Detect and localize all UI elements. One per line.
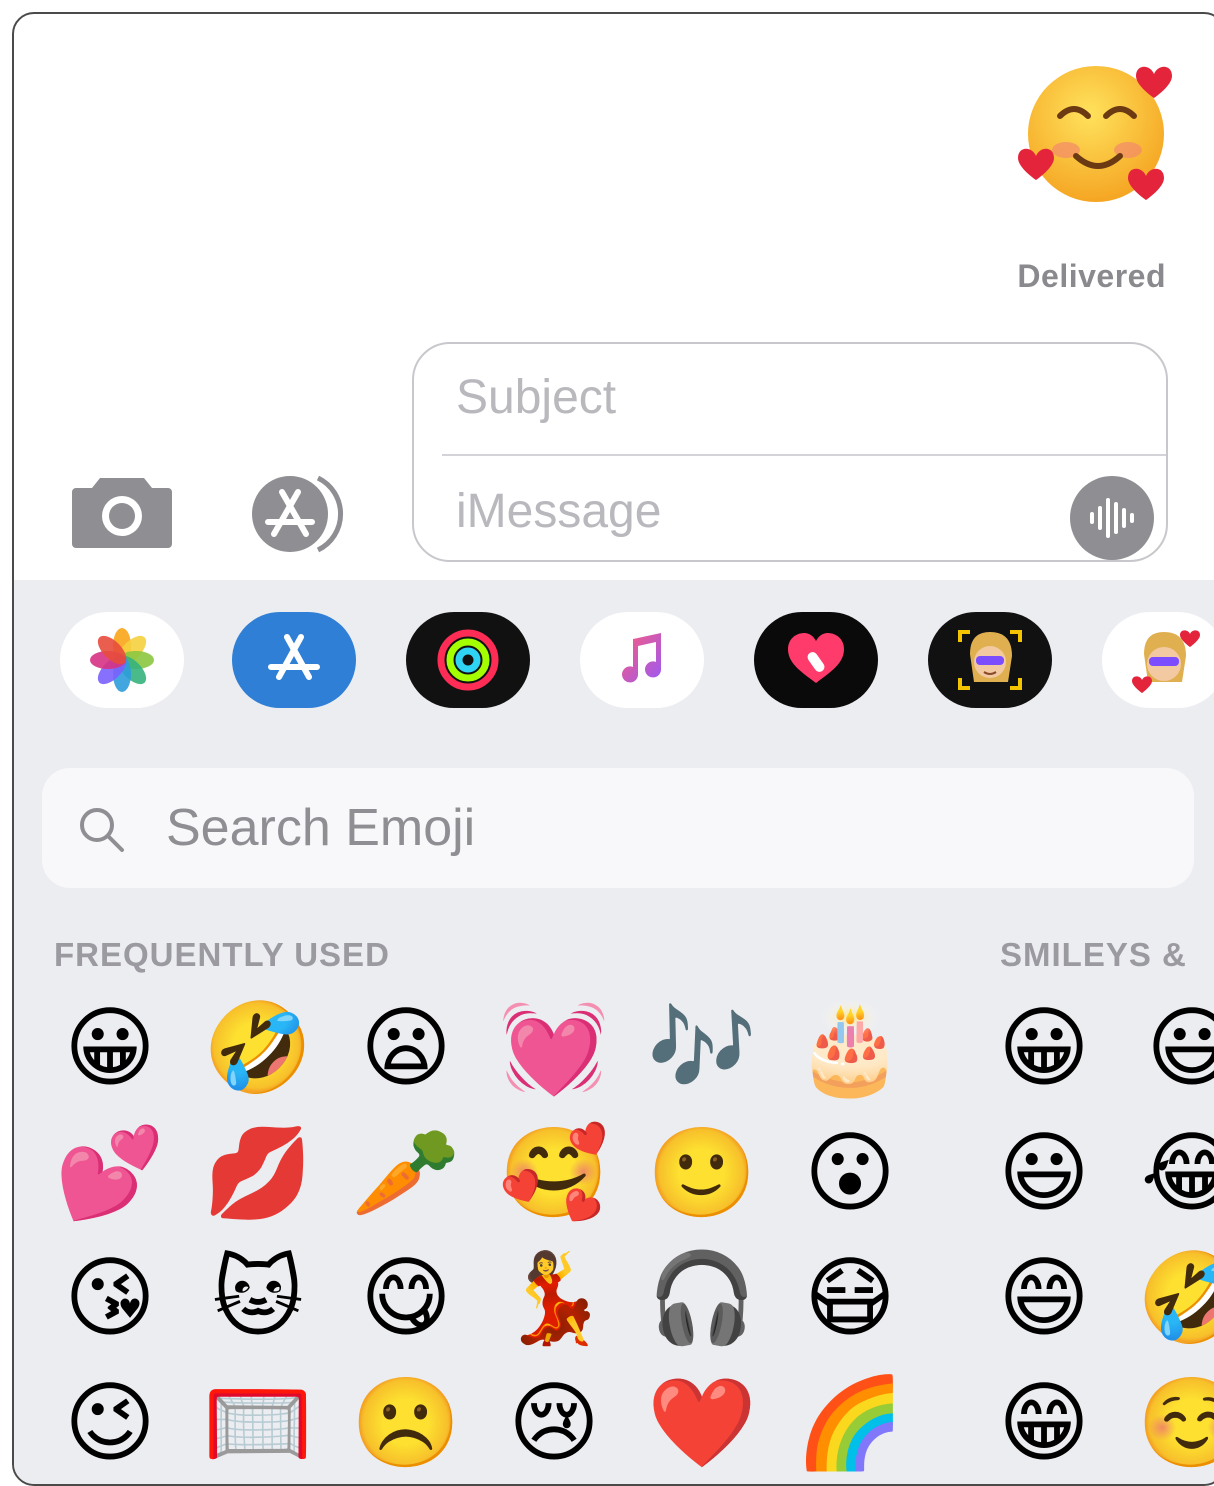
emoji-tray: Search Emoji FREQUENTLY USED SMILEYS & 😀… (14, 580, 1214, 1484)
emoji-key[interactable]: 💃 (494, 1238, 614, 1358)
music-note-icon (622, 633, 662, 683)
messages-window: Delivered Subject iMessage Search Emoji … (12, 12, 1214, 1486)
compose-field[interactable]: Subject iMessage (412, 342, 1168, 562)
emoji-key[interactable]: 😃 (984, 1113, 1104, 1233)
subject-input[interactable]: Subject (456, 370, 616, 425)
audio-waveform-icon (1090, 498, 1134, 538)
emoji-key[interactable]: 😄 (984, 1238, 1104, 1358)
app-photos[interactable] (60, 612, 184, 708)
emoji-key[interactable]: 😢 (494, 1363, 614, 1483)
app-memoji[interactable] (928, 612, 1052, 708)
apps-button[interactable] (240, 474, 358, 554)
emoji-key[interactable]: 💓 (494, 988, 614, 1108)
app-memoji-stickers[interactable] (1102, 612, 1214, 708)
compose-divider (442, 454, 1166, 456)
emoji-key[interactable]: 💕 (50, 1113, 170, 1233)
app-store-icon (252, 475, 343, 553)
app-activity[interactable] (406, 612, 530, 708)
emoji-key[interactable]: 🎂 (790, 988, 910, 1108)
app-music[interactable] (580, 612, 704, 708)
delivery-status: Delivered (1017, 258, 1166, 294)
emoji-key[interactable]: 😀 (984, 988, 1104, 1108)
app-store-icon (268, 634, 320, 680)
emoji-key[interactable]: 🤣 (198, 988, 318, 1108)
smiling-face-with-hearts-icon (1018, 66, 1172, 202)
audio-message-button[interactable] (1070, 476, 1154, 560)
emoji-key[interactable]: ☺️ (1132, 1363, 1214, 1483)
emoji-key[interactable]: 🤣 (1132, 1238, 1214, 1358)
memoji-face-icon (958, 630, 1022, 690)
sent-emoji-message[interactable] (1014, 52, 1184, 212)
camera-icon (72, 478, 172, 548)
emoji-key[interactable]: 😀 (50, 988, 170, 1108)
emoji-key[interactable]: 🌈 (790, 1363, 910, 1483)
emoji-key[interactable]: ☹️ (346, 1363, 466, 1483)
emoji-key[interactable]: 🎧 (642, 1238, 762, 1358)
emoji-key[interactable]: 🥰 (494, 1113, 614, 1233)
emoji-key[interactable]: 😮 (790, 1113, 910, 1233)
emoji-search-field[interactable]: Search Emoji (42, 768, 1194, 888)
emoji-key[interactable]: ❤️ (642, 1363, 762, 1483)
search-placeholder: Search Emoji (166, 799, 476, 857)
heart-touch-icon (788, 633, 844, 683)
app-strip (14, 604, 1214, 714)
emoji-key[interactable]: 😂 (1132, 1113, 1214, 1233)
section-label-smileys[interactable]: SMILEYS & (1000, 936, 1187, 974)
app-digital-touch[interactable] (754, 612, 878, 708)
photos-icon (90, 628, 154, 692)
emoji-key[interactable]: 🐱 (198, 1238, 318, 1358)
memoji-sticker-icon (1132, 630, 1200, 693)
emoji-key[interactable]: 💋 (198, 1113, 318, 1233)
emoji-key[interactable]: 😷 (790, 1238, 910, 1358)
emoji-key[interactable]: 😉 (50, 1363, 170, 1483)
activity-rings-icon (437, 629, 499, 691)
app-app-store[interactable] (232, 612, 356, 708)
emoji-key[interactable]: 😃 (1132, 988, 1214, 1108)
emoji-key[interactable]: 🙂 (642, 1113, 762, 1233)
search-icon (80, 808, 124, 852)
emoji-key[interactable]: 🥕 (346, 1113, 466, 1233)
emoji-key[interactable]: 😋 (346, 1238, 466, 1358)
emoji-key[interactable]: 😁 (984, 1363, 1104, 1483)
emoji-key[interactable]: 🎶 (642, 988, 762, 1108)
emoji-key[interactable]: 😘 (50, 1238, 170, 1358)
camera-button[interactable] (70, 470, 174, 550)
message-input[interactable]: iMessage (456, 484, 661, 539)
emoji-key[interactable]: 😦 (346, 988, 466, 1108)
emoji-key[interactable]: 🥅 (198, 1363, 318, 1483)
section-label-frequently-used[interactable]: FREQUENTLY USED (54, 936, 390, 974)
